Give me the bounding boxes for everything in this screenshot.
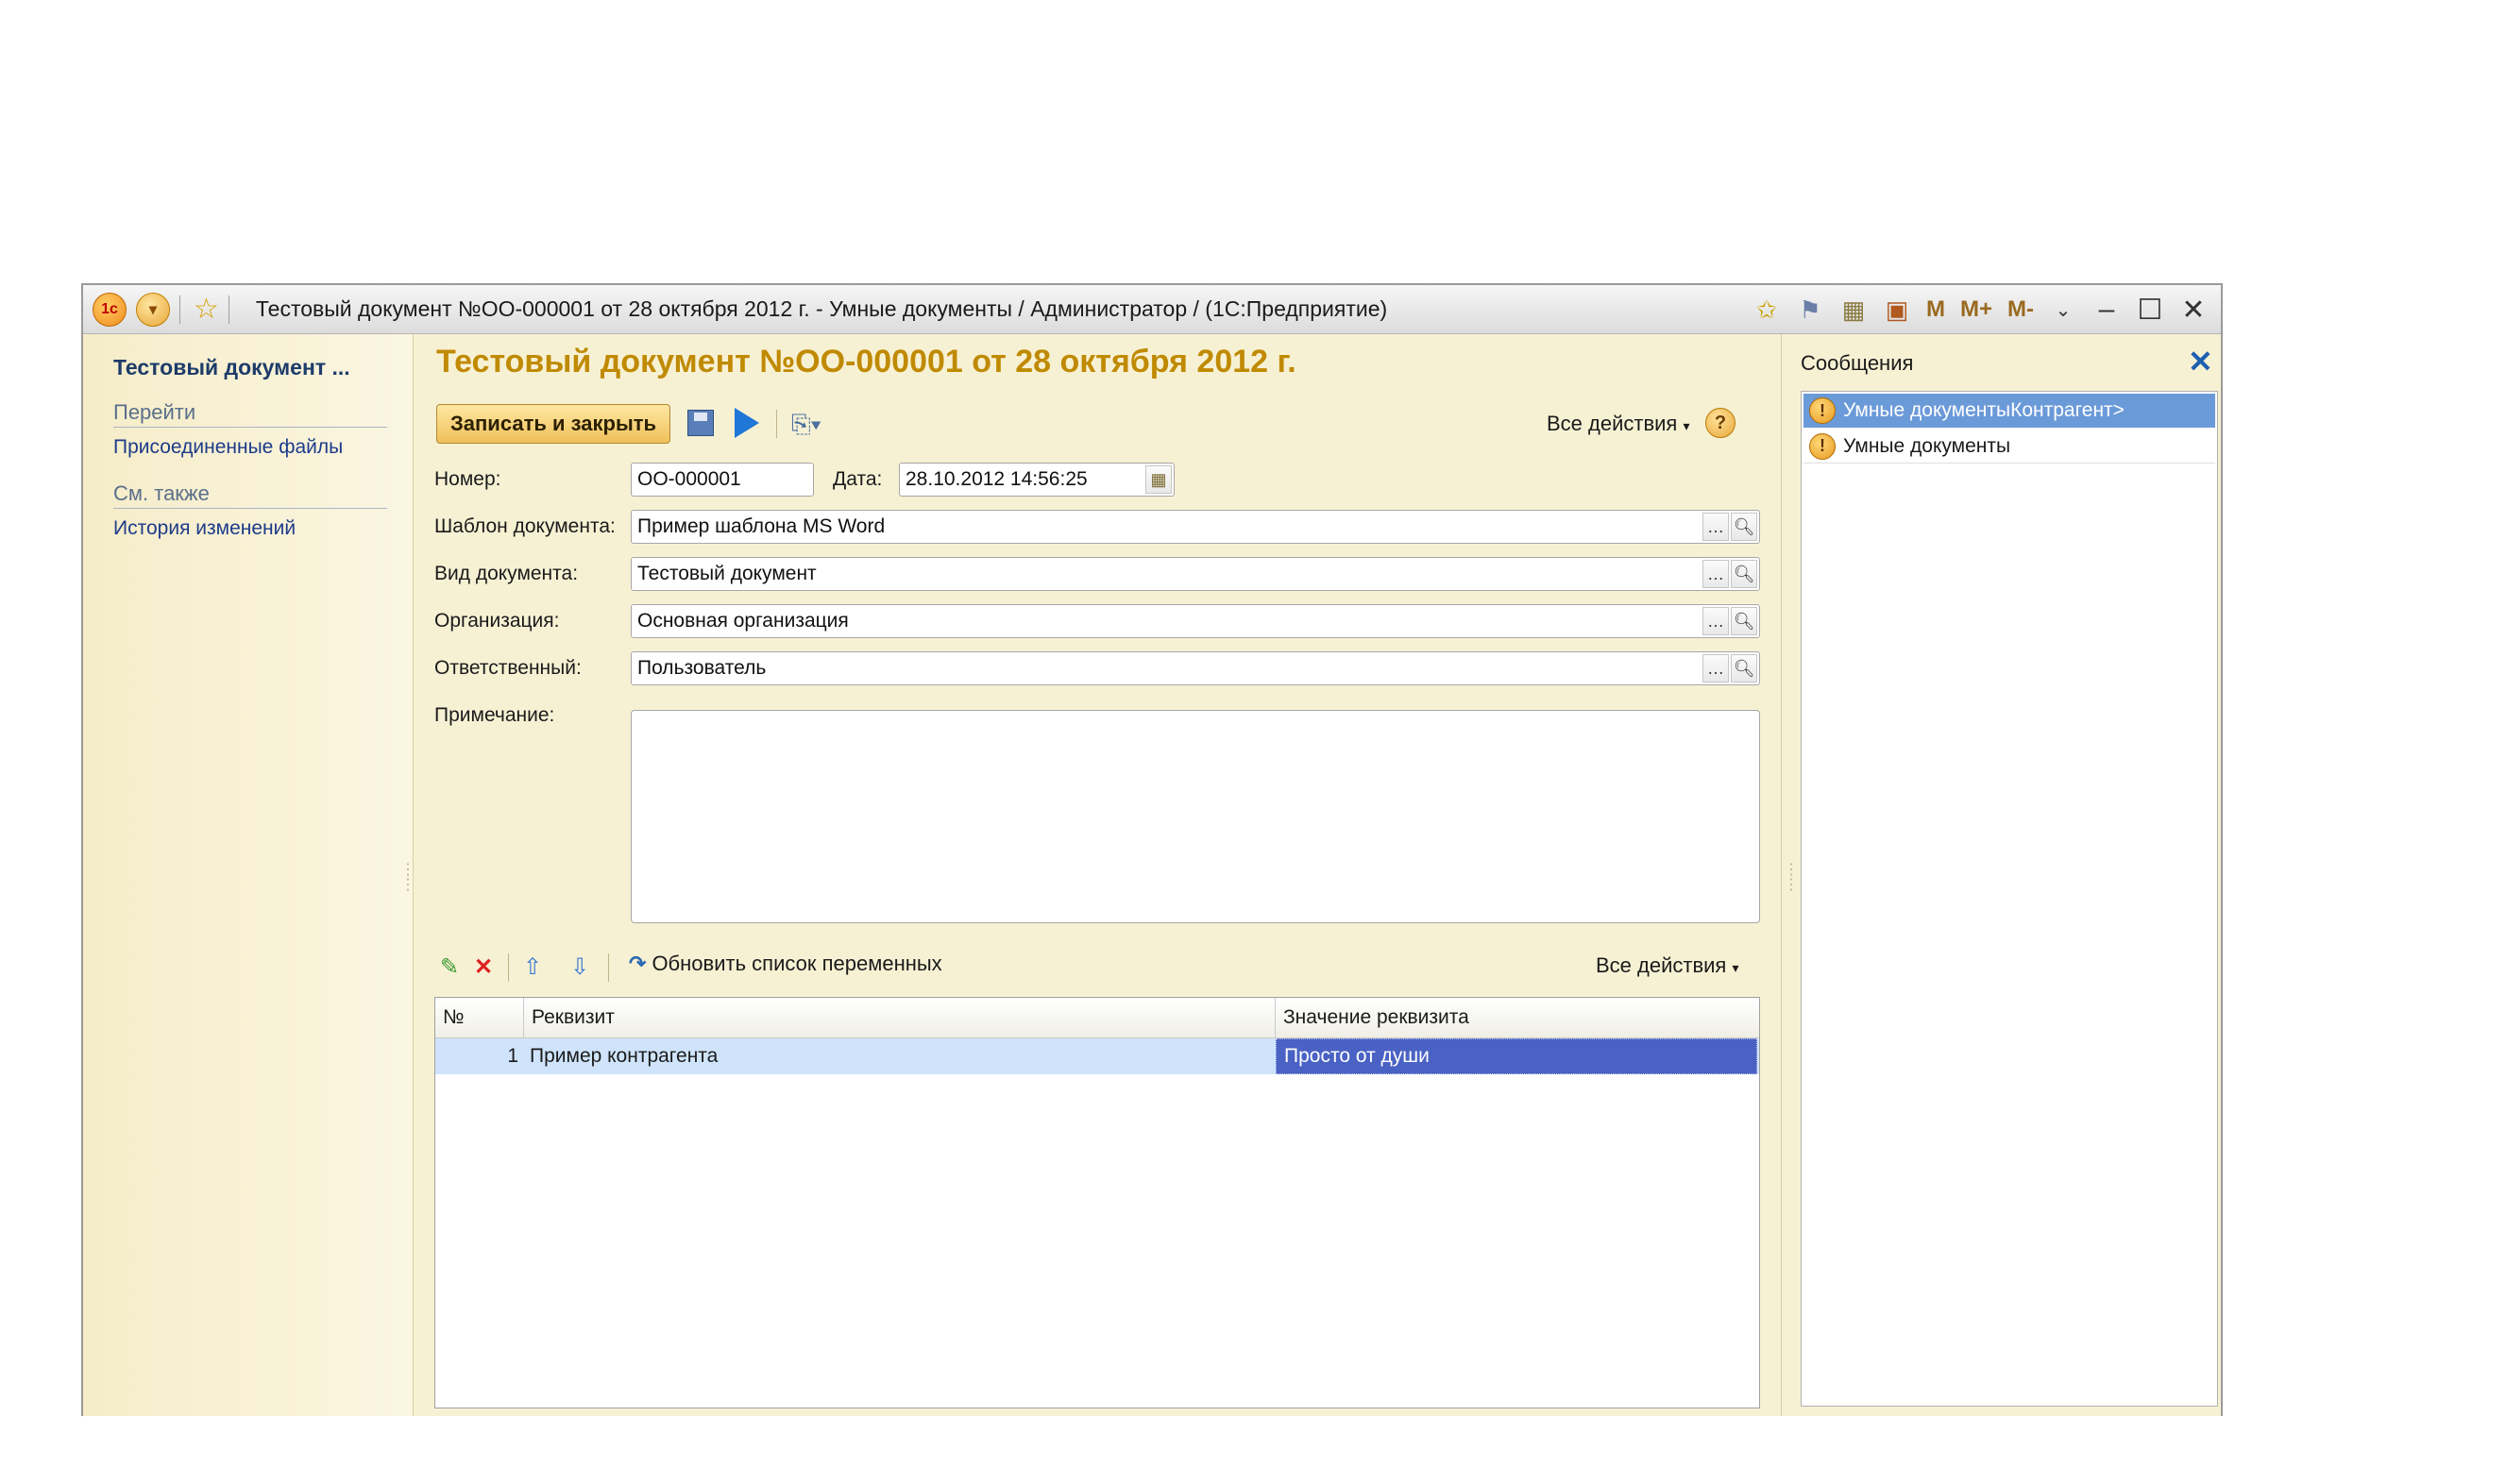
table-row[interactable]: 1 Пример контрагента Просто от души	[435, 1038, 1759, 1074]
doctype-field[interactable]: Тестовый документ … 🔍︎	[631, 557, 1760, 591]
help-icon[interactable]: ?	[1705, 408, 1736, 438]
memory-m-button[interactable]: M	[1926, 296, 1945, 323]
open-search-icon[interactable]: 🔍︎	[1731, 560, 1757, 588]
variables-table[interactable]: № Реквизит Значение реквизита 1 Пример к…	[434, 997, 1760, 1408]
form-title: Тестовый документ №ОО-000001 от 28 октяб…	[436, 344, 1296, 379]
nav-goto-header: Перейти	[113, 400, 387, 428]
messages-title: Сообщения	[1801, 351, 1914, 375]
refresh-label: Обновить список переменных	[652, 952, 942, 975]
responsible-field[interactable]: Пользователь … 🔍︎	[631, 651, 1760, 685]
table-all-actions-menu[interactable]: Все действия ▾	[1596, 953, 1739, 978]
template-value: Пример шаблона MS Word	[637, 515, 886, 537]
calendar-picker-icon[interactable]: ▦	[1145, 465, 1172, 494]
move-down-icon[interactable]: ⇩	[570, 953, 589, 981]
title-bar-tools: ✩ ⚑ ▦ ▣ M M+ M- ⌄ – ☐ ✕	[1753, 285, 2208, 334]
table-header: № Реквизит Значение реквизита	[435, 998, 1759, 1038]
messages-list: ! Умные документыКонтрагент> ! Умные док…	[1801, 391, 2218, 1407]
table-all-actions-label: Все действия	[1596, 953, 1727, 977]
title-bar: 1c ▾ ☆ Тестовый документ №ОО-000001 от 2…	[83, 285, 2221, 334]
select-button[interactable]: …	[1702, 513, 1729, 541]
add-to-favorites-icon[interactable]: ✩	[1753, 295, 1781, 325]
bookmark-icon[interactable]: ⚑	[1796, 295, 1824, 325]
move-up-icon[interactable]: ⇧	[523, 953, 542, 981]
date-value: 28.10.2012 14:56:25	[906, 468, 1088, 490]
column-header-value[interactable]: Значение реквизита	[1276, 998, 1759, 1037]
note-textarea[interactable]	[631, 710, 1760, 923]
panel-resize-grip[interactable]: ⋮ ⋮	[1784, 863, 1799, 893]
doctype-value: Тестовый документ	[637, 563, 817, 584]
close-icon[interactable]: ✕	[2179, 294, 2208, 327]
number-field[interactable]: ОО-000001	[631, 463, 814, 497]
template-field[interactable]: Пример шаблона MS Word … 🔍︎	[631, 510, 1760, 544]
open-search-icon[interactable]: 🔍︎	[1731, 654, 1757, 683]
calendar-icon[interactable]: ▣	[1883, 295, 1911, 325]
delete-icon[interactable]: ✕	[474, 953, 493, 981]
template-label: Шаблон документа:	[434, 515, 616, 537]
message-item[interactable]: ! Умные документы	[1803, 430, 2215, 464]
create-based-on-icon[interactable]: ⎘▾	[791, 410, 821, 440]
org-value: Основная организация	[637, 610, 849, 632]
row-attribute: Пример контрагента	[530, 1045, 719, 1067]
select-button[interactable]: …	[1702, 607, 1729, 635]
open-search-icon[interactable]: 🔍︎	[1731, 607, 1757, 635]
org-label: Организация:	[434, 610, 560, 632]
divider	[608, 953, 609, 982]
document-form: Тестовый документ №ОО-000001 от 28 октяб…	[414, 334, 1781, 1416]
close-messages-icon[interactable]: ✕	[2188, 344, 2213, 379]
message-text: Умные документы	[1843, 434, 2011, 457]
divider	[776, 410, 777, 438]
date-label: Дата:	[833, 468, 883, 490]
save-and-close-button[interactable]: Записать и закрыть	[436, 404, 671, 444]
messages-panel: ⋮ ⋮ Сообщения ✕ ! Умные документыКонтраге…	[1781, 334, 2221, 1416]
memory-minus-button[interactable]: M-	[2007, 296, 2034, 323]
responsible-label: Ответственный:	[434, 657, 582, 679]
message-item[interactable]: ! Умные документыКонтрагент>	[1803, 394, 2215, 428]
refresh-icon: ↷	[629, 952, 647, 975]
post-document-icon[interactable]	[735, 408, 759, 438]
responsible-value: Пользователь	[637, 657, 767, 679]
all-actions-menu[interactable]: Все действия ▾	[1547, 412, 1690, 436]
number-value: ОО-000001	[637, 468, 741, 490]
window-title: Тестовый документ №ОО-000001 от 28 октяб…	[255, 296, 1388, 321]
divider	[179, 295, 180, 324]
message-text: Умные документыКонтрагент>	[1843, 399, 2125, 421]
row-number: 1	[507, 1045, 518, 1067]
dropdown-arrow-icon: ▾	[1683, 418, 1690, 433]
all-actions-label: Все действия	[1547, 412, 1678, 435]
navigation-panel: Тестовый документ ... Перейти Присоедине…	[83, 334, 415, 1416]
org-field[interactable]: Основная организация … 🔍︎	[631, 604, 1760, 638]
favorites-star-icon[interactable]: ☆	[194, 293, 219, 326]
dropdown-arrow-icon: ▾	[1732, 960, 1739, 975]
column-header-number[interactable]: №	[435, 998, 524, 1037]
number-label: Номер:	[434, 468, 501, 490]
nav-document-title[interactable]: Тестовый документ ...	[113, 355, 350, 380]
select-button[interactable]: …	[1702, 654, 1729, 683]
divider	[508, 953, 509, 982]
nav-attached-files-link[interactable]: Присоединенные файлы	[113, 436, 343, 459]
nav-history-link[interactable]: История изменений	[113, 517, 296, 540]
main-menu-icon[interactable]: ▾	[136, 292, 170, 327]
app-window: 1c ▾ ☆ Тестовый документ №ОО-000001 от 2…	[81, 283, 2223, 1416]
select-button[interactable]: …	[1702, 560, 1729, 588]
maximize-icon[interactable]: ☐	[2136, 294, 2164, 327]
warning-icon: !	[1809, 432, 1836, 460]
doctype-label: Вид документа:	[434, 563, 579, 584]
column-header-attribute[interactable]: Реквизит	[524, 998, 1276, 1037]
date-field[interactable]: 28.10.2012 14:56:25 ▦	[899, 463, 1175, 497]
save-icon[interactable]	[687, 410, 714, 436]
edit-pencil-icon[interactable]: ✎	[440, 953, 459, 981]
row-value-cell[interactable]: Просто от души	[1276, 1038, 1757, 1074]
open-search-icon[interactable]: 🔍︎	[1731, 513, 1757, 541]
refresh-variables-button[interactable]: ↷ Обновить список переменных	[629, 952, 942, 976]
warning-icon: !	[1809, 397, 1836, 424]
dropdown-arrow-icon[interactable]: ⌄	[2049, 298, 2077, 322]
memory-plus-button[interactable]: M+	[1960, 296, 1992, 323]
note-label: Примечание:	[434, 704, 555, 726]
1c-logo-icon[interactable]: 1c	[93, 292, 127, 327]
nav-see-also-header: См. также	[113, 481, 387, 509]
calculator-icon[interactable]: ▦	[1839, 295, 1868, 325]
minimize-icon[interactable]: –	[2092, 294, 2121, 326]
